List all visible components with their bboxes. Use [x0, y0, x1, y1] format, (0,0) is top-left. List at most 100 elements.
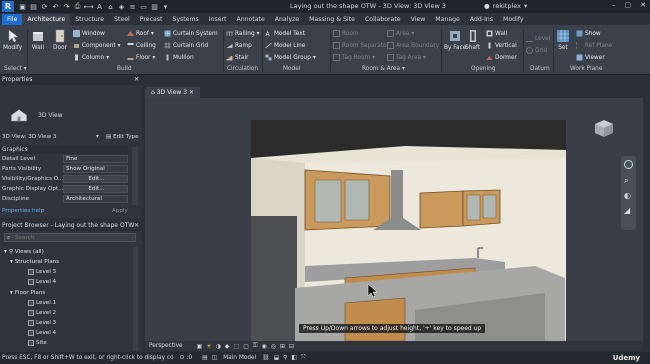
level-button[interactable]: Level	[526, 35, 550, 42]
undo-icon[interactable]: ↶	[51, 2, 60, 11]
tab-systems[interactable]: Systems	[167, 14, 203, 25]
zoom-icon[interactable]: ⌕	[624, 176, 628, 186]
tab-add-ins[interactable]: Add-Ins	[465, 14, 498, 25]
wall-opening-button[interactable]: Wall	[486, 30, 507, 37]
browser-search[interactable]: ⌕	[4, 233, 136, 242]
tree-node-level-4[interactable]: Level 4	[28, 330, 56, 336]
properties-scrollbar[interactable]	[132, 147, 138, 205]
close-icon[interactable]: ✕	[640, 1, 646, 9]
edit-graphic-display-button[interactable]: Edit...	[63, 185, 128, 193]
type-selector[interactable]: 3D View	[2, 89, 140, 131]
browser-scrollbar[interactable]	[133, 247, 138, 351]
app-logo[interactable]: R	[2, 1, 14, 12]
print-icon[interactable]: ⎙	[73, 2, 82, 11]
panel-select[interactable]: Select ▾	[4, 66, 27, 72]
show-crop-icon[interactable]: ▢	[243, 343, 249, 350]
area-boundary-button[interactable]: Area Boundary	[387, 42, 439, 49]
curtain-grid-button[interactable]: Curtain Grid	[164, 42, 208, 49]
by-face-button[interactable]: By Face	[444, 29, 466, 51]
close-icon[interactable]: ✕	[189, 89, 194, 96]
section-icon[interactable]: ◈	[117, 2, 126, 11]
crop-view-icon[interactable]: ⬚	[234, 343, 240, 350]
workset-icon[interactable]: ⊞	[280, 343, 285, 350]
tree-node-level-2[interactable]: Level 2	[28, 310, 56, 316]
filter-icon[interactable]: ▤	[202, 355, 207, 361]
reveal-hidden-icon[interactable]: ◎	[271, 343, 276, 350]
shaft-button[interactable]: Shaft	[465, 29, 480, 51]
model-text-button[interactable]: A Model Text	[265, 30, 305, 38]
panel-room-area[interactable]: Room & Area ▾	[362, 66, 405, 72]
grid-button[interactable]: Grid	[526, 47, 547, 54]
property-value[interactable]: Architectural	[63, 195, 128, 203]
tree-node-views-all[interactable]: ▾ ⚲ Views (all)	[4, 249, 44, 255]
search-input[interactable]	[15, 234, 133, 241]
view-mode-label[interactable]: Perspective	[149, 343, 183, 349]
dormer-button[interactable]: Dormer	[486, 54, 517, 61]
lock-view-icon[interactable]: ⚿	[253, 342, 258, 350]
section-graphics[interactable]: Graphics	[0, 146, 128, 154]
maximize-icon[interactable]: ▢	[625, 1, 632, 9]
tab-analyze[interactable]: Analyze	[270, 14, 304, 25]
drawing-canvas[interactable]	[145, 98, 643, 342]
room-button[interactable]: Room	[333, 30, 359, 37]
select-links-icon[interactable]: ⛓	[262, 355, 269, 361]
design-options-icon[interactable]: ◫	[212, 355, 217, 361]
show-button[interactable]: Show	[576, 30, 601, 37]
save-icon[interactable]: ▤	[29, 2, 38, 11]
render-icon[interactable]: ◆	[225, 343, 230, 350]
select-underlay-icon[interactable]: ⬓	[274, 355, 279, 361]
tab-modify[interactable]: Modify	[498, 14, 529, 25]
properties-help-link[interactable]: Properties help	[2, 208, 44, 214]
tree-node-level-4[interactable]: Level 4	[28, 279, 56, 285]
switch-windows-icon[interactable]: ▥	[150, 2, 159, 11]
column-button[interactable]: Column ▾	[73, 54, 109, 61]
close-icon[interactable]: ✕	[134, 75, 139, 85]
3d-icon[interactable]: ⌂	[106, 2, 115, 11]
tab-structure[interactable]: Structure	[70, 14, 109, 25]
view-tab-3d-view-3[interactable]: ⌂ 3D View 3 ✕	[145, 87, 200, 98]
measure-icon[interactable]: ⟷	[83, 2, 93, 11]
tree-node-level-1[interactable]: Level 1	[28, 300, 56, 306]
component-button[interactable]: Component ▾	[73, 42, 121, 49]
tab-architecture[interactable]: Architecture	[22, 14, 71, 25]
pan-icon[interactable]: ◢	[624, 206, 630, 215]
close-hidden-icon[interactable]: ▭	[139, 2, 148, 11]
property-value[interactable]: Fine	[63, 155, 128, 163]
minimize-icon[interactable]: –	[612, 1, 616, 9]
ref-plane-button[interactable]: Ref Plane	[576, 42, 612, 49]
text-icon[interactable]: A	[95, 2, 104, 11]
model-line-button[interactable]: Model Line	[265, 42, 305, 49]
vertical-button[interactable]: Vertical	[486, 42, 517, 49]
apply-button[interactable]: Apply	[112, 208, 128, 214]
customize-icon[interactable]: ▾	[161, 2, 170, 11]
tab-annotate[interactable]: Annotate	[231, 14, 269, 25]
property-value[interactable]: Show Original	[63, 165, 128, 173]
orbit-icon[interactable]: ◐	[624, 191, 631, 200]
view-instance-selector[interactable]: 3D View: 3D View 3 ▾	[2, 134, 102, 143]
model-group-button[interactable]: Model Group ▾	[265, 54, 316, 61]
railing-button[interactable]: Railing ▾	[226, 30, 260, 37]
thin-lines-icon[interactable]: ≡	[128, 2, 137, 11]
set-button[interactable]: Set	[556, 29, 570, 51]
tag-room-button[interactable]: Tag Room ▾	[333, 54, 375, 61]
floor-button[interactable]: Floor ▾	[127, 54, 155, 61]
select-pinned-icon[interactable]: ⚲	[283, 355, 287, 361]
select-by-face-icon[interactable]: ◧	[291, 355, 296, 361]
tree-node-level-3[interactable]: Level 3	[28, 320, 56, 326]
room-separator-button[interactable]: Room Separator	[333, 42, 389, 49]
drag-elements-icon[interactable]: ⤧	[301, 355, 306, 362]
wall-button[interactable]: Wall	[31, 29, 45, 51]
stair-button[interactable]: Stair	[226, 54, 249, 61]
tab-view[interactable]: View	[406, 14, 431, 25]
close-icon[interactable]: ✕	[134, 221, 139, 231]
edit-type-button[interactable]: ▤ Edit Type	[106, 134, 139, 140]
sync-icon[interactable]: ⟳	[40, 2, 49, 11]
redo-icon[interactable]: ↷	[62, 2, 71, 11]
door-button[interactable]: Door	[53, 29, 67, 51]
viewer-button[interactable]: Viewer	[576, 54, 605, 61]
tab-collaborate[interactable]: Collaborate	[360, 14, 406, 25]
tree-node-site[interactable]: Site	[28, 340, 47, 346]
tab-massing-site[interactable]: Massing & Site	[304, 14, 360, 25]
tab-precast[interactable]: Precast	[135, 14, 168, 25]
ramp-button[interactable]: Ramp	[226, 42, 252, 49]
